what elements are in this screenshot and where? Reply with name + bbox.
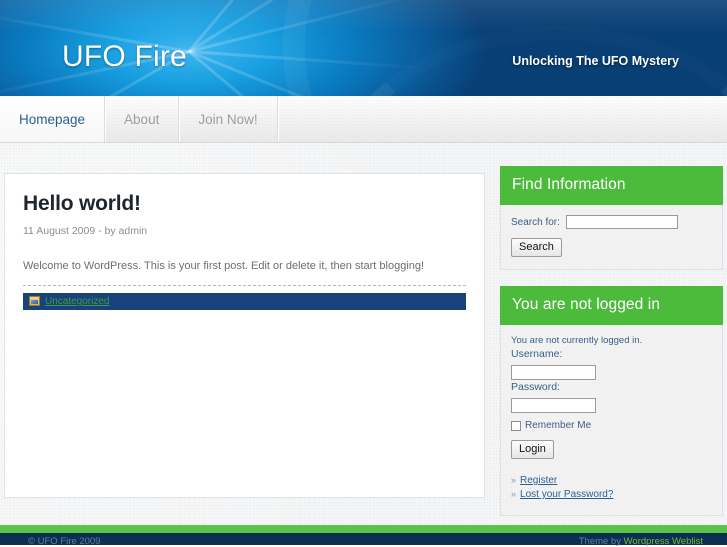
username-label: Username: [511,348,563,360]
banner-swoosh-outer [283,0,727,96]
category-link-uncategorized[interactable]: Uncategorized [45,296,109,307]
banner-ray [188,50,413,96]
list-item: » Lost your Password? [511,489,712,500]
widget-body-login: You are not currently logged in. Usernam… [500,325,723,516]
footer-credit-link-wordpress[interactable]: Wordpress [624,536,670,547]
post-body: Welcome to WordPress. This is your first… [23,260,425,272]
site-tagline: Unlocking The UFO Mystery [512,54,679,68]
sidebar: Find Information Search for: Search You … [500,166,723,532]
post-inner: Hello world! 11 August 2009 - by admin W… [5,174,484,310]
post-meta: 11 August 2009 - by admin [23,225,148,237]
footer-credit-prefix: Theme by [578,536,624,547]
login-status-note: You are not currently logged in. [511,335,643,346]
bullet-icon: » [511,475,517,485]
post-category-bar: Uncategorized [23,292,466,310]
widget-login: You are not logged in You are not curren… [500,286,723,516]
remember-me-row[interactable]: Remember Me [511,420,712,431]
remember-me-checkbox[interactable] [511,420,521,431]
nav-item-label: Homepage [19,111,86,127]
nav-item-label: Join Now! [198,111,258,127]
post-article: Hello world! 11 August 2009 - by admin W… [4,173,485,498]
remember-me-label: Remember Me [525,420,592,431]
widget-body-find-information: Search for: Search [500,205,723,270]
nav-item-homepage[interactable]: Homepage [0,96,106,142]
main-navigation: Homepage About Join Now! [0,96,727,143]
password-input[interactable] [511,398,596,413]
list-item: » Register [511,475,712,486]
login-links: » Register » Lost your Password? [511,475,712,500]
nav-item-label: About [124,111,160,127]
banner-ray [187,0,345,53]
content-wrapper: Hello world! 11 August 2009 - by admin W… [0,142,727,525]
widget-find-information: Find Information Search for: Search [500,166,723,270]
banner-ray [188,0,423,53]
banner-ray [188,49,429,70]
folder-image-icon [29,296,40,307]
nav-item-join-now[interactable]: Join Now! [179,96,278,142]
footer-copyright: © UFO Fire 2009 [28,536,101,547]
post-divider [23,284,466,286]
post-title[interactable]: Hello world! [23,192,466,216]
widget-heading-find-information: Find Information [500,166,723,205]
lost-password-link[interactable]: Lost your Password? [520,489,613,500]
footer-green-bar [0,525,727,533]
site-title[interactable]: UFO Fire [62,40,187,74]
site-banner: UFO Fire Unlocking The UFO Mystery [0,0,727,96]
search-row: Search for: [511,215,712,229]
search-button[interactable]: Search [511,238,562,257]
search-input[interactable] [565,215,678,229]
username-input[interactable] [511,365,596,380]
password-label: Password: [511,381,561,393]
search-label: Search for: [511,216,560,228]
banner-ray [188,0,394,53]
widget-heading-login: You are not logged in [500,286,723,325]
nav-item-about[interactable]: About [105,96,180,142]
footer-credit-link-weblist[interactable]: Weblist [672,536,703,547]
login-button[interactable]: Login [511,440,554,459]
register-link[interactable]: Register [520,475,557,486]
page-root: UFO Fire Unlocking The UFO Mystery Homep… [0,0,727,547]
footer-credit: Theme by Wordpress Weblist [579,536,703,547]
bullet-icon: » [511,489,517,499]
banner-ray [188,50,374,96]
